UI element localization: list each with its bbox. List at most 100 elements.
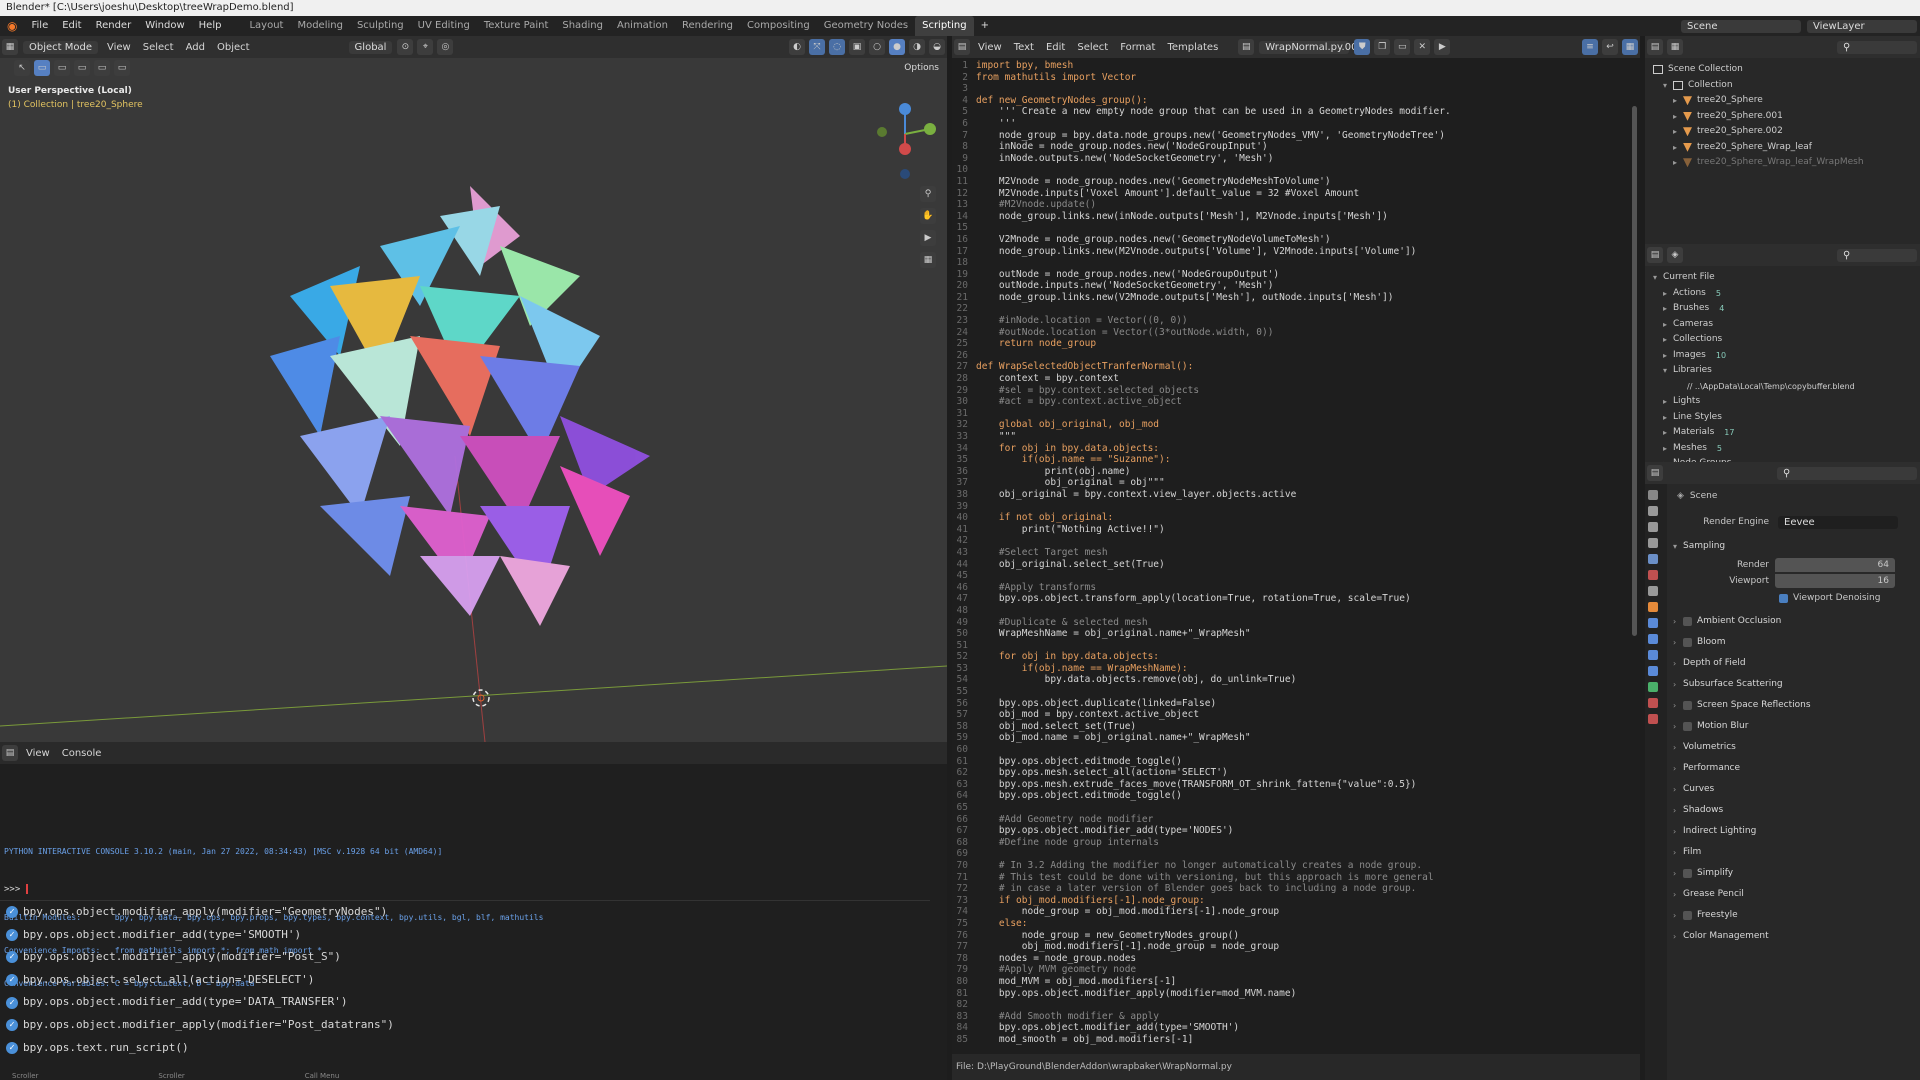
code-line[interactable]: 15 [952, 222, 1640, 234]
code-line[interactable]: 32 global obj_original, obj_mod [952, 419, 1640, 431]
code-line[interactable]: 63 bpy.ops.mesh.extrude_faces_move(TRANS… [952, 779, 1640, 791]
menu-file[interactable]: File [24, 16, 55, 36]
panel-subsurface-scattering[interactable]: › Subsurface Scattering [1667, 674, 1920, 695]
blend-file-item-meshes[interactable]: ▸ Meshes 5 [1653, 441, 1920, 457]
expand-arrow-icon[interactable]: ▸ [1673, 109, 1683, 125]
expand-arrow-icon[interactable]: ▸ [1663, 286, 1673, 302]
sampling-panel-header[interactable]: ▾ Sampling [1667, 536, 1920, 557]
console-menu-view[interactable]: View [20, 748, 56, 759]
code-line[interactable]: 68 #Define node group internals [952, 837, 1640, 849]
code-line[interactable]: 39 [952, 501, 1640, 513]
expand-arrow-icon[interactable]: ▸ [1673, 93, 1683, 109]
expand-arrow-icon[interactable]: ▾ [1673, 536, 1683, 557]
outliner-scene-collection[interactable]: Scene Collection [1653, 62, 1920, 78]
code-line[interactable]: 25 return node_group [952, 338, 1640, 350]
blend-file-item-materials[interactable]: ▸ Materials 17 [1653, 425, 1920, 441]
code-line[interactable]: 54 bpy.data.objects.remove(obj, do_unlin… [952, 674, 1640, 686]
tab-geometry-nodes[interactable]: Geometry Nodes [817, 16, 915, 36]
properties-editor[interactable]: ▤ ⚲ ◈ Scene Render Engine Eevee ▾ Sampli… [1645, 462, 1920, 1080]
panel-bloom[interactable]: › Bloom [1667, 632, 1920, 653]
chevron-right-icon[interactable]: › [1673, 695, 1683, 716]
code-line[interactable]: 14 node_group.links.new(inNode.outputs['… [952, 211, 1640, 223]
chevron-right-icon[interactable]: › [1673, 779, 1683, 800]
code-line[interactable]: 82 [952, 999, 1640, 1011]
add-workspace-icon[interactable]: + [974, 16, 996, 36]
code-line[interactable]: 5 ''' Create a new empty node group that… [952, 106, 1640, 118]
expand-arrow-icon[interactable]: ▾ [1663, 363, 1673, 379]
chevron-right-icon[interactable]: › [1673, 905, 1683, 926]
chevron-right-icon[interactable]: › [1673, 842, 1683, 863]
code-line[interactable]: 80 mod_MVM = obj_mod.modifiers[-1] [952, 976, 1640, 988]
outliner-collection[interactable]: ▾ Collection [1653, 78, 1920, 94]
outliner-search-input[interactable]: ⚲ [1837, 40, 1917, 54]
code-line[interactable]: 28 context = bpy.context [952, 373, 1640, 385]
expand-arrow-icon[interactable]: ▸ [1663, 348, 1673, 364]
texture-tab-icon[interactable] [1648, 714, 1658, 724]
modifier-tab-icon[interactable] [1648, 618, 1658, 628]
code-line[interactable]: 44 obj_original.select_set(True) [952, 559, 1640, 571]
report-line[interactable]: ✓ bpy.ops.object.modifier_add(type='SMOOT… [0, 924, 930, 947]
render-samples-field[interactable]: 64 [1775, 558, 1895, 572]
text-menu-select[interactable]: Select [1071, 42, 1114, 53]
chevron-right-icon[interactable]: › [1673, 737, 1683, 758]
code-line[interactable]: 9 inNode.outputs.new('NodeSocketGeometry… [952, 153, 1640, 165]
code-line[interactable]: 83 #Add Smooth modifier & apply [952, 1011, 1640, 1023]
text-browse-icon[interactable]: ▤ [1238, 39, 1255, 55]
expand-arrow-icon[interactable]: ▸ [1673, 140, 1683, 156]
report-line[interactable]: ✓ bpy.ops.text.run_script() [0, 1037, 930, 1060]
code-line[interactable]: 4 def new_GeometryNodes_group(): [952, 95, 1640, 107]
text-menu-format[interactable]: Format [1114, 42, 1161, 53]
blender-logo-icon[interactable]: ◉ [0, 16, 24, 36]
code-line[interactable]: 11 M2Vnode = node_group.nodes.new('Geome… [952, 176, 1640, 188]
blend-file-item-actions[interactable]: ▸ Actions 5 [1653, 286, 1920, 302]
expand-arrow-icon[interactable]: ▾ [1663, 78, 1673, 94]
python-console[interactable]: ▤ View Console PYTHON INTERACTIVE CONSOL… [0, 742, 947, 1080]
zoom-icon[interactable]: ⚲ [920, 186, 936, 202]
report-line[interactable]: ✓ bpy.ops.object.modifier_apply(modifier=… [0, 1014, 930, 1037]
current-file-row[interactable]: ▾ Current File [1653, 270, 1920, 286]
code-line[interactable]: 26 [952, 350, 1640, 362]
panel-grease-pencil[interactable]: › Grease Pencil [1667, 884, 1920, 905]
library-path-row[interactable]: // ..\AppData\Local\Temp\copybuffer.blen… [1653, 379, 1920, 395]
code-line[interactable]: 53 if(obj.name == WrapMeshName): [952, 663, 1640, 675]
code-line[interactable]: 67 bpy.ops.object.modifier_add(type='NOD… [952, 825, 1640, 837]
code-line[interactable]: 48 [952, 605, 1640, 617]
tab-sculpting[interactable]: Sculpting [350, 16, 411, 36]
text-menu-templates[interactable]: Templates [1161, 42, 1224, 53]
expand-arrow-icon[interactable]: ▸ [1663, 332, 1673, 348]
code-area[interactable]: 1 import bpy, bmesh 2 from mathutils import… [952, 60, 1640, 1045]
chevron-right-icon[interactable]: › [1673, 800, 1683, 821]
properties-search-input[interactable]: ⚲ [1777, 466, 1917, 480]
blender-file-view[interactable]: ▤ ◈ ⚲ ▾ Current File ▸ Actions 5 ▸ Brushes 4 ▸ C… [1645, 244, 1920, 462]
blend-file-item-line-styles[interactable]: ▸ Line Styles [1653, 410, 1920, 426]
code-line[interactable]: 71 # This test could be done with versio… [952, 872, 1640, 884]
panel-enable-checkbox[interactable] [1683, 701, 1692, 710]
code-line[interactable]: 8 inNode = node_group.nodes.new('NodeGro… [952, 141, 1640, 153]
expand-arrow-icon[interactable]: ▸ [1673, 155, 1683, 171]
report-line[interactable]: ✓ bpy.ops.object.select_all(action='DESEL… [0, 969, 930, 992]
blend-file-editor-type-icon[interactable]: ▤ [1647, 247, 1663, 263]
code-line[interactable]: 37 obj_original = obj""" [952, 477, 1640, 489]
ortho-grid-icon[interactable]: ▦ [920, 252, 936, 268]
code-line[interactable]: 36 print(obj.name) [952, 466, 1640, 478]
code-line[interactable]: 19 outNode = node_group.nodes.new('NodeG… [952, 269, 1640, 281]
viewport-denoising-row[interactable]: Viewport Denoising [1667, 589, 1920, 607]
code-line[interactable]: 41 print("Nothing Active!!") [952, 524, 1640, 536]
chevron-right-icon[interactable]: › [1673, 863, 1683, 884]
constraints-tab-icon[interactable] [1648, 666, 1658, 676]
menu-render[interactable]: Render [89, 16, 139, 36]
code-line[interactable]: 85 mod_smooth = obj_mod.modifiers[-1] [952, 1034, 1640, 1046]
report-line[interactable]: ✓ bpy.ops.object.modifier_add(type='DATA_… [0, 991, 930, 1014]
panel-enable-checkbox[interactable] [1683, 638, 1692, 647]
code-line[interactable]: 24 #outNode.location = Vector((3*outNode… [952, 327, 1640, 339]
display-mode-icon[interactable]: ▦ [1667, 39, 1683, 55]
panel-motion-blur[interactable]: › Motion Blur [1667, 716, 1920, 737]
console-input-line[interactable]: >>> [4, 884, 28, 895]
code-line[interactable]: 33 """ [952, 431, 1640, 443]
outliner-object-row[interactable]: ▸ tree20_Sphere.001 [1653, 109, 1920, 125]
chevron-right-icon[interactable]: › [1673, 674, 1683, 695]
blend-file-item-collections[interactable]: ▸ Collections [1653, 332, 1920, 348]
blend-file-search-input[interactable]: ⚲ [1837, 248, 1917, 262]
line-numbers-toggle-icon[interactable]: ≡ [1582, 39, 1598, 55]
code-line[interactable]: 1 import bpy, bmesh [952, 60, 1640, 72]
